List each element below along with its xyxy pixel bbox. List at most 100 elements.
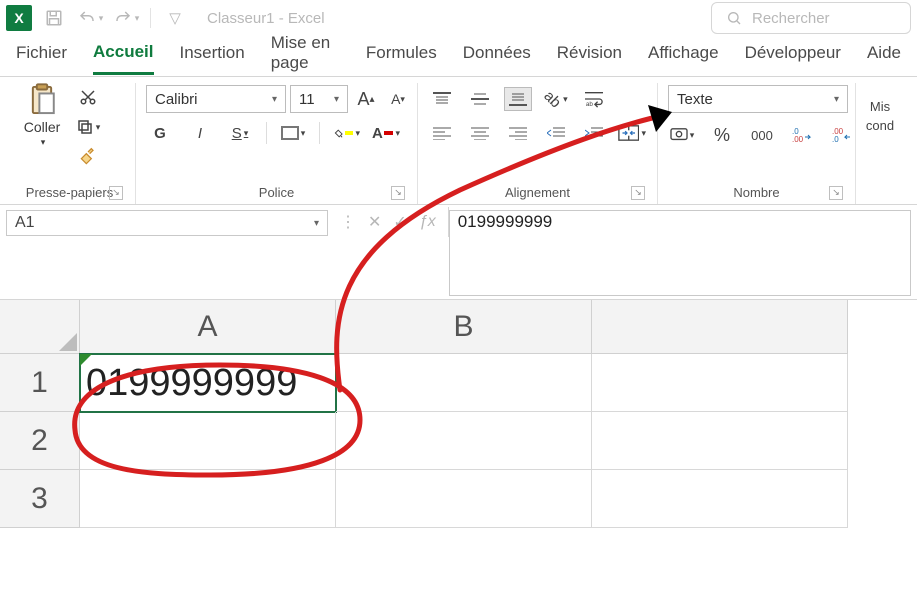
fx-button[interactable]: ƒx (419, 213, 436, 231)
group-font: Calibri ▾ 11 ▾ A▴ A▾ G I S▾ ▾ (136, 83, 418, 204)
merge-center-button[interactable]: ▾ (618, 121, 646, 145)
row-header-1[interactable]: 1 (0, 354, 80, 412)
tab-donnees[interactable]: Données (463, 39, 531, 73)
title-bar: X ▾ ▾ ▽ Classeur1 - Excel Rechercher (0, 0, 917, 36)
percent-format-button[interactable]: % (708, 123, 736, 147)
cell-a3[interactable] (80, 470, 336, 528)
font-color-button[interactable]: A ▾ (372, 121, 400, 145)
chevron-down-icon[interactable]: ▾ (266, 94, 277, 105)
cell-b2[interactable] (336, 412, 592, 470)
chevron-down-icon[interactable]: ▾ (96, 122, 101, 133)
font-size-value: 11 (299, 91, 315, 108)
tab-developpeur[interactable]: Développeur (745, 39, 841, 73)
borders-button[interactable]: ▾ (279, 121, 307, 145)
increase-font-button[interactable]: A▴ (352, 87, 380, 111)
chevron-down-icon[interactable]: ▾ (314, 218, 319, 229)
clipboard-icon (25, 83, 59, 117)
col-header-a[interactable]: A (80, 300, 336, 354)
font-size-combo[interactable]: 11 ▾ (290, 85, 348, 113)
tab-mise-en-page[interactable]: Mise en page (271, 29, 340, 83)
increase-indent-button[interactable] (580, 121, 608, 145)
cell-b1[interactable] (336, 354, 592, 412)
chevron-down-icon[interactable]: ▾ (99, 13, 104, 24)
cell-c1[interactable] (592, 354, 848, 412)
decrease-indent-button[interactable] (542, 121, 570, 145)
cut-button[interactable] (74, 85, 102, 109)
name-box-value: A1 (15, 214, 35, 232)
bold-button[interactable]: G (146, 121, 174, 145)
tab-accueil[interactable]: Accueil (93, 38, 153, 75)
cancel-formula-button[interactable]: ✕ (368, 212, 381, 232)
cell-a1[interactable]: 0199999999 (80, 354, 336, 412)
align-bottom-button[interactable] (504, 87, 532, 111)
fill-color-button[interactable]: ▾ (332, 121, 360, 145)
font-name-combo[interactable]: Calibri ▾ (146, 85, 286, 113)
formula-split-icon[interactable]: ⋮ (340, 212, 356, 232)
name-box[interactable]: A1 ▾ (6, 210, 328, 236)
chevron-down-icon[interactable]: ▾ (41, 137, 46, 148)
spreadsheet-grid[interactable]: A B 1 0199999999 2 3 (0, 300, 917, 528)
col-header-c[interactable] (592, 300, 848, 354)
indent-icon (585, 126, 603, 140)
format-painter-button[interactable] (74, 145, 102, 169)
chevron-down-icon[interactable]: ▾ (135, 13, 140, 24)
align-left-button[interactable] (428, 121, 456, 145)
col-header-b[interactable]: B (336, 300, 592, 354)
tab-revision[interactable]: Révision (557, 39, 622, 73)
cell-b3[interactable] (336, 470, 592, 528)
enter-formula-button[interactable]: ✓ (393, 212, 406, 232)
increase-decimal-button[interactable]: .0.00 (788, 123, 816, 147)
tab-aide[interactable]: Aide (867, 39, 901, 73)
align-middle-button[interactable] (466, 87, 494, 111)
redo-button[interactable]: ▾ (112, 4, 140, 32)
cell-a2[interactable] (80, 412, 336, 470)
formula-input[interactable]: 0199999999 (449, 210, 911, 296)
cell-c2[interactable] (592, 412, 848, 470)
tab-affichage[interactable]: Affichage (648, 39, 719, 73)
decrease-decimal-button[interactable]: .00.0 (828, 123, 856, 147)
underline-button[interactable]: S▾ (226, 121, 254, 145)
tab-fichier[interactable]: Fichier (16, 39, 67, 73)
align-center-button[interactable] (466, 121, 494, 145)
copy-icon (76, 118, 94, 136)
dialog-launcher-icon[interactable]: ↘ (109, 186, 123, 200)
cell-c3[interactable] (592, 470, 848, 528)
wrap-text-button[interactable]: ab (580, 87, 608, 111)
dialog-launcher-icon[interactable]: ↘ (631, 186, 645, 200)
excel-logo-icon: X (6, 5, 32, 31)
tab-insertion[interactable]: Insertion (180, 39, 245, 73)
align-right-icon (509, 126, 527, 140)
align-right-button[interactable] (504, 121, 532, 145)
decrease-decimal-icon: .00.0 (832, 127, 852, 143)
merge-icon (618, 124, 639, 142)
orientation-button[interactable]: ab▾ (542, 87, 570, 111)
accounting-format-button[interactable]: ▾ (668, 123, 696, 147)
chevron-down-icon[interactable]: ▾ (828, 94, 839, 105)
comma-format-button[interactable]: 000 (748, 123, 776, 147)
tab-formules[interactable]: Formules (366, 39, 437, 73)
select-all-corner[interactable] (0, 300, 80, 354)
search-icon (726, 10, 742, 26)
save-icon[interactable] (40, 4, 68, 32)
align-left-icon (433, 126, 451, 140)
ribbon-tabs: Fichier Accueil Insertion Mise en page F… (0, 36, 917, 77)
increase-decimal-icon: .0.00 (792, 127, 812, 143)
group-alignment: ab▾ ab ▾ Alignement ↘ (418, 83, 658, 204)
italic-button[interactable]: I (186, 121, 214, 145)
copy-button[interactable]: ▾ (74, 115, 102, 139)
row-header-3[interactable]: 3 (0, 470, 80, 528)
qat-customize-icon[interactable]: ▽ (161, 4, 189, 32)
chevron-down-icon[interactable]: ▾ (328, 94, 339, 105)
formula-bar-buttons: ⋮ ✕ ✓ ƒx (328, 207, 449, 237)
chevron-down-icon: ▾ (395, 128, 400, 139)
search-box[interactable]: Rechercher (711, 2, 911, 34)
paste-button[interactable]: Coller ▾ (14, 83, 70, 148)
align-top-button[interactable] (428, 87, 456, 111)
undo-button[interactable]: ▾ (76, 4, 104, 32)
dialog-launcher-icon[interactable]: ↘ (829, 186, 843, 200)
dialog-launcher-icon[interactable]: ↘ (391, 186, 405, 200)
formula-bar: A1 ▾ ⋮ ✕ ✓ ƒx 0199999999 (0, 205, 917, 300)
number-format-combo[interactable]: Texte ▾ (668, 85, 848, 113)
row-header-2[interactable]: 2 (0, 412, 80, 470)
decrease-font-button[interactable]: A▾ (384, 87, 412, 111)
